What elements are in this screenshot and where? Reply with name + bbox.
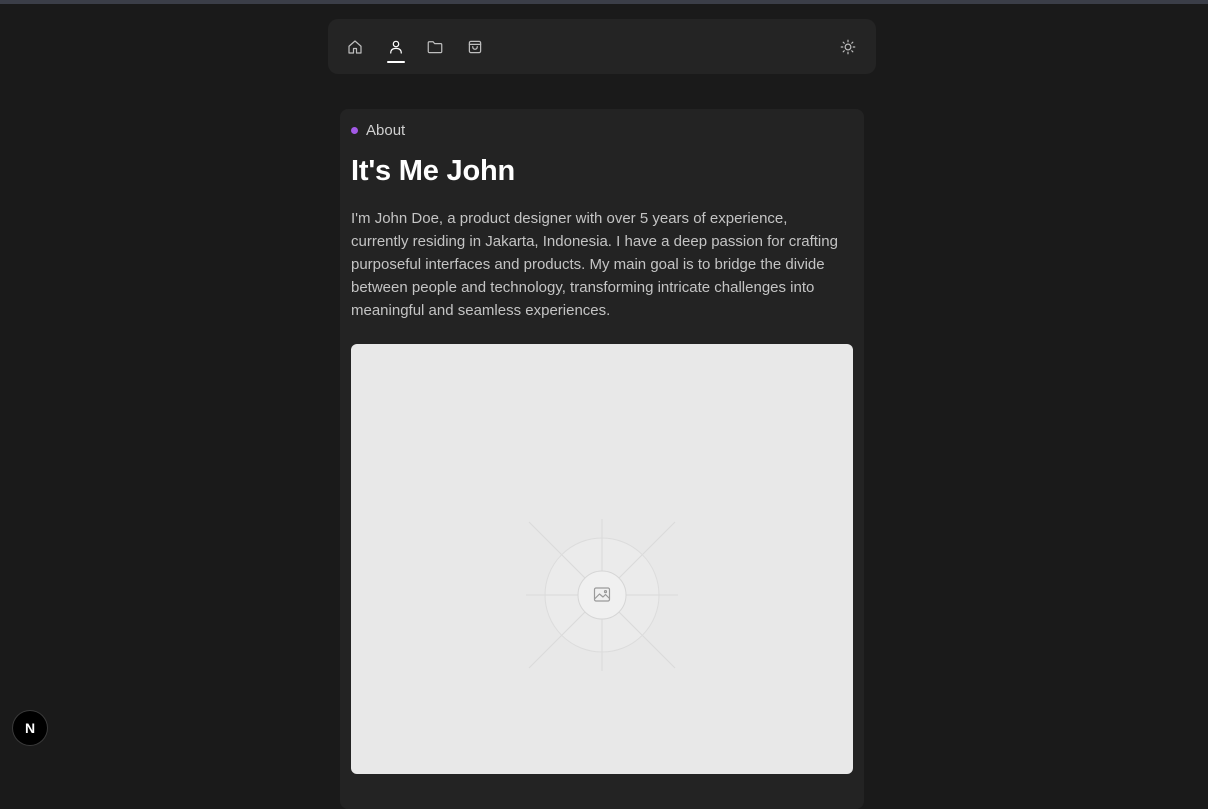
home-icon xyxy=(348,40,362,54)
shopping-bag-icon xyxy=(468,40,482,54)
nav-shop-button[interactable] xyxy=(461,33,489,61)
next-dev-indicator[interactable]: N xyxy=(13,711,47,745)
image-placeholder-art xyxy=(526,519,678,671)
nav-projects-button[interactable] xyxy=(421,33,449,61)
nav-home-button[interactable] xyxy=(341,33,369,61)
user-icon xyxy=(390,40,402,54)
window-top-bar xyxy=(0,0,1208,4)
theme-toggle-button[interactable] xyxy=(834,33,862,61)
top-navbar xyxy=(328,19,876,74)
profile-image-placeholder xyxy=(351,344,853,774)
nav-active-indicator xyxy=(387,61,405,63)
sun-icon xyxy=(840,39,856,55)
section-label: About xyxy=(351,122,405,139)
folder-icon xyxy=(427,41,443,54)
bio-paragraph: I'm John Doe, a product designer with ov… xyxy=(351,210,838,319)
section-label-text: About xyxy=(366,122,406,139)
nav-about-button[interactable] xyxy=(382,33,410,61)
page-title: It's Me John xyxy=(351,155,516,187)
section-dot xyxy=(351,127,358,134)
next-logo-letter: N xyxy=(24,720,36,736)
